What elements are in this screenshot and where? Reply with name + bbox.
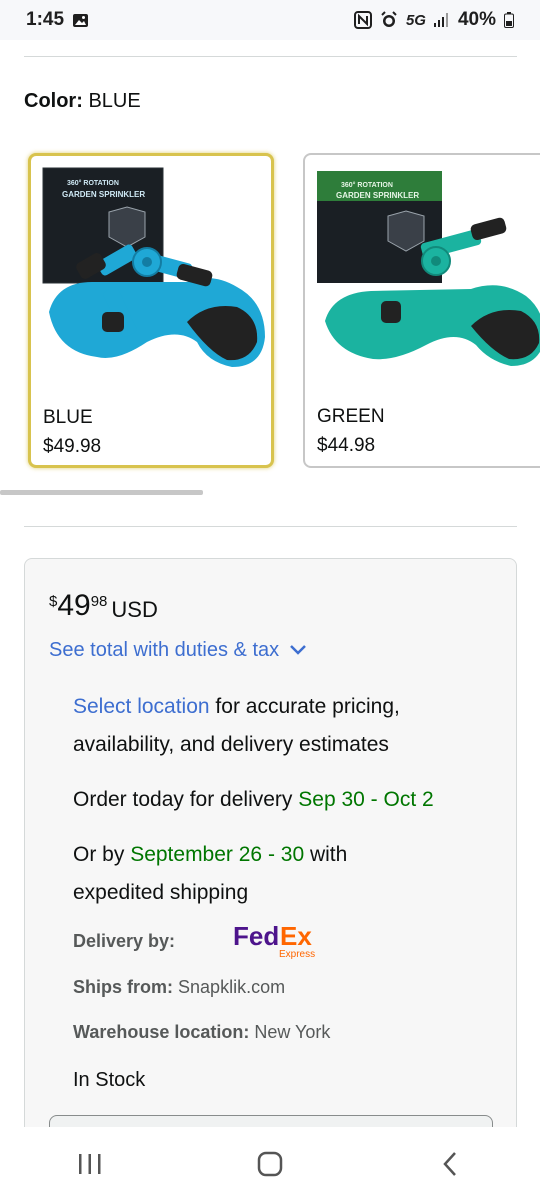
expedited-line2: expedited shipping [73,881,249,904]
price-currency: USD [111,597,158,622]
recent-apps-button[interactable] [60,1144,120,1184]
svg-text:Express: Express [279,949,315,960]
ships-from: Ships from: Snapklik.com [73,977,285,998]
fedex-logo: Fed Ex Express [233,921,315,960]
variant-name: GREEN [317,406,385,427]
svg-text:360° ROTATION: 360° ROTATION [67,179,119,187]
color-selector-label: Color: BLUE [24,90,141,113]
delivery-by-label: Delivery by: [73,931,176,951]
price: $ 49 98 USD [49,589,158,623]
ships-from-value: Snapklik.com [178,977,286,997]
price-symbol: $ [49,593,58,610]
delivery-dates: Sep 30 - Oct 2 [298,788,434,811]
battery-percent: 40% [457,9,496,30]
color-label-value: BLUE [88,90,141,112]
duties-tax-link[interactable]: See total with duties & tax [49,639,307,662]
svg-text:360° ROTATION: 360° ROTATION [341,181,393,189]
system-nav-bar [0,1127,540,1200]
carousel-scrollbar[interactable] [0,490,203,495]
alarm-icon [380,11,398,29]
svg-text:Ex: Ex [280,921,312,951]
stock-status: In Stock [73,1069,146,1091]
warehouse-value: New York [254,1022,331,1042]
variant-name: BLUE [43,407,93,428]
svg-text:Fed: Fed [233,921,279,951]
nfc-icon [353,11,372,29]
expedited-prefix: Or by [73,843,131,866]
divider [24,56,517,57]
back-button[interactable] [420,1144,480,1184]
select-location-link[interactable]: Select location [73,695,210,718]
warehouse-label: Warehouse location: [73,1022,250,1042]
home-button[interactable] [240,1144,300,1184]
expedited-suffix: with [304,843,348,866]
price-whole: 49 [57,589,91,622]
buy-box: $ 49 98 USD See total with duties & tax … [24,558,517,1158]
network-type: 5G [405,11,426,29]
expedited-dates: September 26 - 30 [130,843,305,866]
variant-price: $49.98 [43,436,102,457]
home-icon [257,1151,283,1176]
price-fraction: 98 [90,593,108,610]
status-bar: 1:45 5G 40% [0,0,540,40]
duties-tax-link-label: See total with duties & tax [49,639,280,661]
location-text-1: for accurate pricing, [209,695,400,718]
variant-price: $44.98 [317,435,376,456]
back-icon [443,1151,456,1176]
product-image-green-sprinkler: 360° ROTATION GARDEN SPRINKLER [317,171,540,366]
chevron-down-icon [289,639,307,662]
svg-text:GARDEN SPRINKLER: GARDEN SPRINKLER [62,190,145,199]
color-label-key: Color: [24,90,83,112]
divider [24,526,517,527]
ships-from-label: Ships from: [73,977,174,997]
delivery-estimate: Order today for delivery Sep 30 - Oct 2 [73,781,493,819]
signal-icon [433,13,450,27]
product-image-blue-sprinkler: 360° ROTATION GARDEN SPRINKLER [42,167,265,367]
delivery-prefix: Order today for delivery [73,788,299,811]
recent-apps-icon [79,1153,101,1174]
battery-icon [504,12,514,28]
expedited-estimate: Or by September 26 - 30 with expedited s… [73,836,493,912]
gallery-notification-icon [72,13,89,28]
delivery-by: Delivery by: Fed Ex Express [73,921,315,960]
location-message: Select location for accurate pricing, av… [73,688,493,764]
status-time: 1:45 [26,9,65,30]
variant-card-blue[interactable]: 360° ROTATION GARDEN SPRINKLER BLUE $49.… [28,153,274,468]
variant-card-green[interactable]: 360° ROTATION GARDEN SPRINKLER GREEN $44… [303,153,540,468]
warehouse-location: Warehouse location: New York [73,1022,330,1043]
svg-text:GARDEN SPRINKLER: GARDEN SPRINKLER [336,191,419,200]
location-text-2: availability, and delivery estimates [73,733,389,756]
